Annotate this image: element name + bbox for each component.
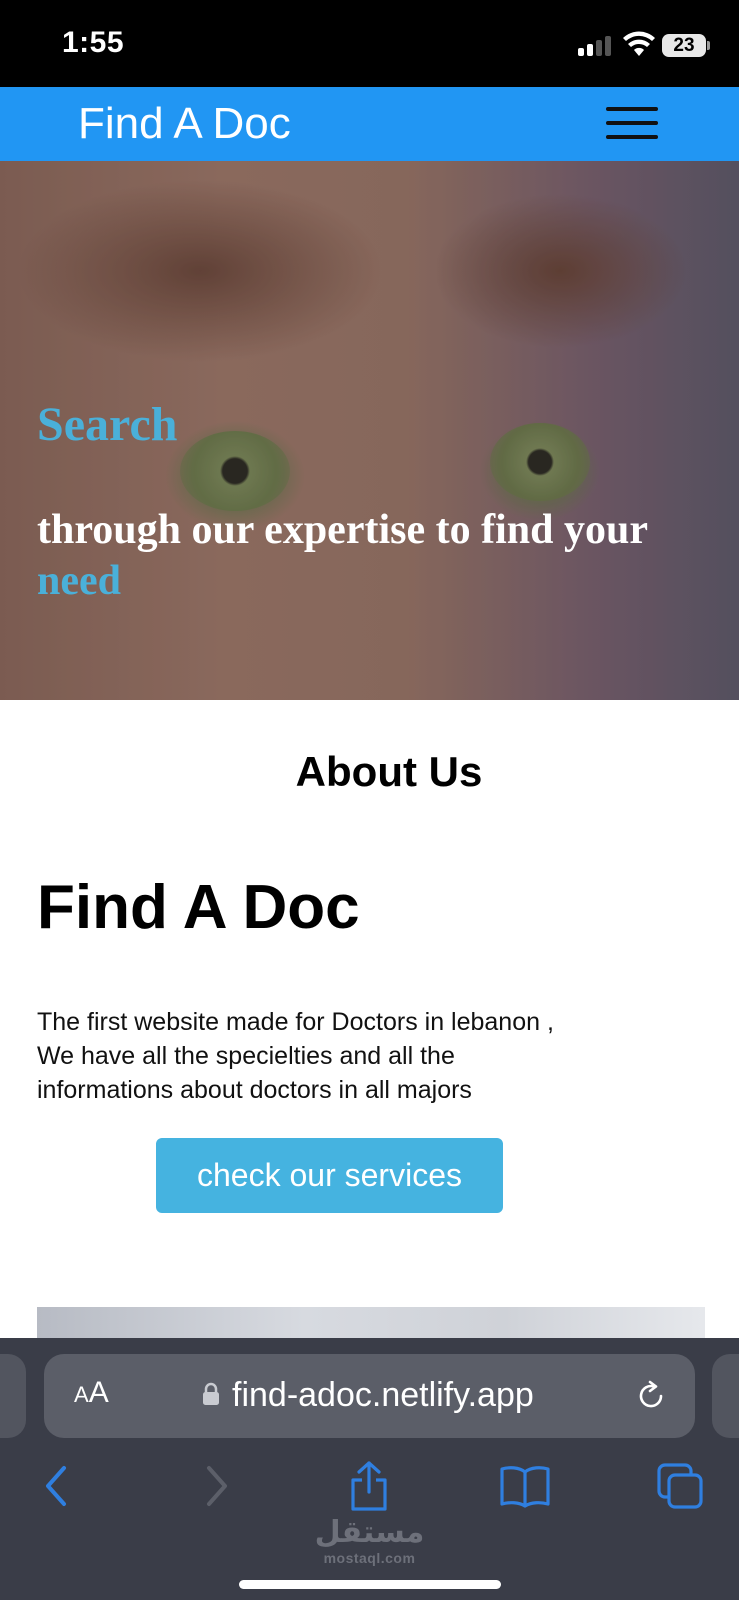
site-header: Find A Doc	[0, 87, 739, 161]
status-bar: 1:55 23	[0, 0, 739, 87]
hero-search-heading: Search	[37, 398, 178, 451]
hamburger-menu-icon[interactable]	[606, 105, 658, 143]
battery-tip	[707, 41, 710, 50]
home-indicator[interactable]	[239, 1580, 501, 1589]
browser-toolbar: AA find-adoc.netlify.app مستقل mostaql.c…	[0, 1338, 739, 1600]
url-text: find-adoc.netlify.app	[232, 1376, 534, 1414]
about-section: About Us Find A Doc The first website ma…	[0, 700, 739, 1347]
previous-tab-preview[interactable]	[0, 1354, 26, 1438]
bookmarks-icon[interactable]	[495, 1456, 555, 1516]
site-logo[interactable]: Find A Doc	[78, 99, 291, 149]
tabs-icon[interactable]	[650, 1456, 710, 1516]
reader-text-size-button[interactable]: AA	[74, 1376, 109, 1410]
reload-icon[interactable]	[634, 1379, 668, 1413]
cellular-signal-icon	[578, 34, 614, 56]
address-bar[interactable]: AA find-adoc.netlify.app	[44, 1354, 695, 1438]
hero-tagline: through our expertise to find your	[37, 507, 648, 553]
status-time: 1:55	[62, 26, 125, 59]
about-description: The first website made for Doctors in le…	[37, 1008, 554, 1104]
share-icon[interactable]	[339, 1456, 399, 1516]
wifi-icon	[623, 31, 655, 56]
check-services-button[interactable]: check our services	[156, 1138, 503, 1213]
watermark: مستقل mostaql.com	[0, 1515, 739, 1567]
brand-title: Find A Doc	[37, 873, 360, 942]
watermark-arabic: مستقل	[314, 1515, 425, 1550]
watermark-latin: mostaql.com	[323, 1550, 416, 1566]
forward-icon[interactable]	[186, 1456, 246, 1516]
battery-icon: 23	[662, 34, 706, 57]
lock-icon	[203, 1382, 219, 1405]
hero-need-word: need	[37, 558, 121, 604]
back-icon[interactable]	[27, 1456, 87, 1516]
next-tab-preview[interactable]	[712, 1354, 739, 1438]
hero-banner: Search through our expertise to find you…	[0, 161, 739, 700]
about-title: About Us	[295, 748, 483, 795]
